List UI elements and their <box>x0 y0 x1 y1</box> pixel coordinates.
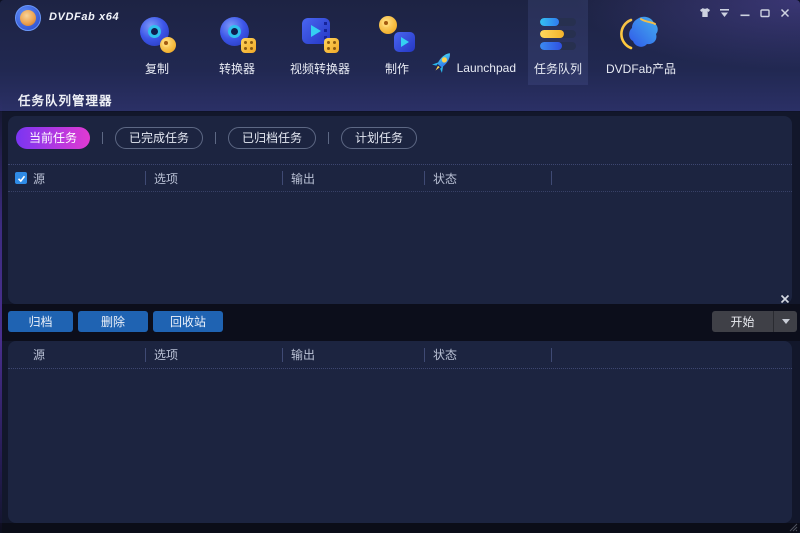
collapse-to-tray-icon[interactable] <box>717 6 732 19</box>
column-separator <box>424 348 425 362</box>
column-label: 选项 <box>154 170 178 187</box>
dvdfab-products-icon <box>619 14 663 54</box>
upper-table-body <box>8 192 792 300</box>
video-converter-icon <box>300 14 340 54</box>
upper-table-header: 源 选项 输出 状态 <box>8 164 792 192</box>
app-title: DVDFab x64 <box>49 11 119 23</box>
maximize-icon[interactable] <box>757 6 772 19</box>
nav-item-converter[interactable]: 转换器 <box>205 0 269 85</box>
nav-item-copy[interactable]: 复制 <box>127 0 187 85</box>
window-left-edge-glow <box>0 96 2 533</box>
nav-item-creator[interactable]: 制作 <box>367 0 427 85</box>
tab-completed-tasks[interactable]: 已完成任务 <box>115 127 203 149</box>
close-queue-panel-button[interactable] <box>777 291 793 307</box>
column-label: 状态 <box>433 170 457 187</box>
column-options: 选项 <box>145 341 282 368</box>
rocket-icon <box>428 48 456 78</box>
column-label: 输出 <box>291 346 315 363</box>
column-label: 输出 <box>291 170 315 187</box>
task-queue-icon <box>538 14 578 54</box>
page-title: 任务队列管理器 <box>18 90 113 109</box>
column-source: 源 <box>8 165 145 191</box>
nav-label: Launchpad <box>457 61 516 78</box>
nav-item-launchpad[interactable]: Launchpad <box>428 0 516 85</box>
resize-grip[interactable] <box>789 523 798 532</box>
current-tasks-panel: 当前任务 已完成任务 已归档任务 计划任务 源 选项 输出 <box>8 116 792 304</box>
window-controls <box>697 6 792 19</box>
tab-current-tasks[interactable]: 当前任务 <box>16 127 90 149</box>
queue-tasks-panel: 源 选项 输出 状态 <box>8 341 792 523</box>
recycle-bin-button[interactable]: 回收站 <box>153 311 223 332</box>
column-separator <box>145 171 146 185</box>
start-dropdown[interactable] <box>773 311 797 332</box>
tab-scheduled-tasks[interactable]: 计划任务 <box>341 127 417 149</box>
tab-separator <box>328 132 329 144</box>
column-separator <box>551 348 552 362</box>
start-button[interactable]: 开始 <box>712 311 797 332</box>
column-label: 源 <box>33 346 45 363</box>
column-separator <box>282 348 283 362</box>
nav-item-task-queue[interactable]: 任务队列 <box>528 0 588 85</box>
archive-button[interactable]: 归档 <box>8 311 73 332</box>
close-icon[interactable] <box>777 6 792 19</box>
tab-separator <box>215 132 216 144</box>
minimize-icon[interactable] <box>737 6 752 19</box>
nav-label: 任务队列 <box>534 62 582 76</box>
nav-label: 复制 <box>145 62 169 76</box>
converter-disc-icon <box>217 14 257 54</box>
bottom-status-strip <box>0 523 800 533</box>
column-separator <box>551 171 552 185</box>
nav-label: 制作 <box>385 62 409 76</box>
nav-item-dvdfab-products[interactable]: DVDFab产品 <box>599 0 683 85</box>
nav-label: DVDFab产品 <box>606 62 676 76</box>
close-icon <box>780 294 790 304</box>
column-output: 输出 <box>282 165 424 191</box>
column-status: 状态 <box>424 165 551 191</box>
column-separator <box>145 348 146 362</box>
column-label: 源 <box>33 170 45 187</box>
tab-separator <box>102 132 103 144</box>
tab-archived-tasks[interactable]: 已归档任务 <box>228 127 316 149</box>
dvdfab-window: DVDFab x64 复制 <box>0 0 800 533</box>
delete-button[interactable]: 删除 <box>78 311 148 332</box>
start-button-label[interactable]: 开始 <box>712 311 773 332</box>
select-all-checkbox[interactable] <box>15 172 27 184</box>
column-output: 输出 <box>282 341 424 368</box>
column-label: 选项 <box>154 346 178 363</box>
column-extra <box>551 165 792 191</box>
title-nav-bar: DVDFab x64 复制 <box>0 0 800 112</box>
action-toolbar: 归档 删除 回收站 开始 <box>0 304 800 341</box>
column-extra <box>551 341 792 368</box>
column-separator <box>424 171 425 185</box>
dvdfab-logo-icon <box>15 5 41 31</box>
lower-table-body <box>8 370 792 519</box>
skin-tshirt-icon[interactable] <box>697 6 712 19</box>
lower-table-header: 源 选项 输出 状态 <box>8 341 792 369</box>
column-status: 状态 <box>424 341 551 368</box>
column-label: 状态 <box>433 346 457 363</box>
nav-label: 视频转换器 <box>290 62 350 76</box>
column-source: 源 <box>8 341 145 368</box>
copy-disc-icon <box>137 14 177 54</box>
chevron-down-icon <box>782 319 790 324</box>
creator-icon <box>377 14 417 54</box>
column-separator <box>282 171 283 185</box>
task-tabs: 当前任务 已完成任务 已归档任务 计划任务 <box>16 127 417 149</box>
nav-item-video-converter[interactable]: 视频转换器 <box>281 0 359 85</box>
column-options: 选项 <box>145 165 282 191</box>
nav-label: 转换器 <box>219 62 255 76</box>
